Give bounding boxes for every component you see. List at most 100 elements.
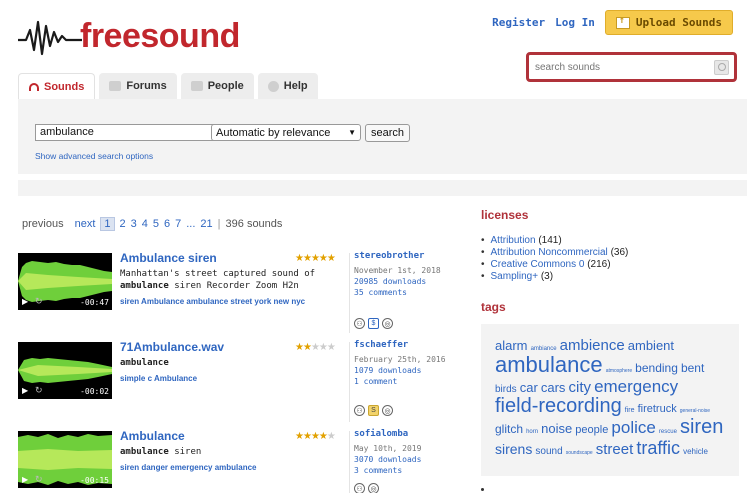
download-count[interactable]: 1079 downloads <box>354 365 464 376</box>
tag-link[interactable]: siren <box>680 416 723 438</box>
page-link[interactable]: 6 <box>164 218 170 230</box>
register-link[interactable]: Register <box>492 16 545 29</box>
tags-heading: tags <box>481 300 506 314</box>
description-highlight: ambulance <box>120 447 169 457</box>
tag-link[interactable]: birds <box>495 384 517 395</box>
advanced-search-link[interactable]: Show advanced search options <box>35 151 153 161</box>
tag-link[interactable]: fire <box>625 407 635 414</box>
star-icon: ★ <box>295 431 304 442</box>
upload-sounds-button[interactable]: Upload Sounds <box>604 10 733 35</box>
sound-author[interactable]: sofialomba <box>354 429 408 439</box>
sound-title[interactable]: Ambulance <box>120 429 185 443</box>
tag-link[interactable]: police <box>611 418 655 437</box>
sound-title[interactable]: Ambulance siren <box>120 251 217 265</box>
tag-link[interactable]: bending <box>635 361 678 375</box>
star-icon: ★ <box>295 253 304 264</box>
license-icons: ⚇ S ◎ <box>354 405 393 416</box>
page-link[interactable]: 3 <box>131 218 137 230</box>
sound-tags[interactable]: siren Ambulance ambulance street york ne… <box>120 297 305 306</box>
sound-tags[interactable]: siren danger emergency ambulance <box>120 463 257 472</box>
sound-title[interactable]: 71Ambulance.wav <box>120 340 224 354</box>
page-link[interactable]: 4 <box>142 218 148 230</box>
help-icon <box>267 80 279 92</box>
tag-link[interactable]: glitch <box>495 422 523 436</box>
next-link[interactable]: next <box>75 218 96 230</box>
sound-meta: February 25th, 2016 1079 downloads 1 com… <box>354 354 464 387</box>
tag-link[interactable]: vehicle <box>683 447 708 456</box>
star-empty-icon: ★ <box>318 342 328 353</box>
tag-link[interactable]: firetruck <box>638 403 677 415</box>
tag-link[interactable]: traffic <box>636 438 680 458</box>
tag-link[interactable]: cars <box>541 380 566 395</box>
headphones-icon <box>29 82 39 91</box>
tab-forums[interactable]: Forums <box>99 73 177 99</box>
play-icon[interactable]: ▶ <box>22 386 28 395</box>
page-link[interactable]: 7 <box>175 218 181 230</box>
loop-icon[interactable]: ↻ <box>35 474 43 485</box>
cc-icon: ◎ <box>382 318 393 329</box>
comment-count[interactable]: 3 comments <box>354 465 464 476</box>
tag-link[interactable]: ambulance <box>495 352 603 377</box>
search-icon[interactable] <box>714 60 729 75</box>
waveform-player[interactable]: ▶ ↻ -00:15 <box>18 431 112 488</box>
loop-icon[interactable]: ↻ <box>35 385 43 396</box>
page-link[interactable]: 2 <box>120 218 126 230</box>
loop-icon[interactable]: ↻ <box>35 296 43 307</box>
tag-link[interactable]: ambient <box>628 338 674 353</box>
tag-link[interactable]: emergency <box>594 377 678 396</box>
tag-link[interactable]: bent <box>681 361 704 375</box>
duration: -00:02 <box>80 387 109 396</box>
comment-count[interactable]: 1 comment <box>354 376 464 387</box>
tag-link[interactable]: soundscape <box>566 450 593 456</box>
query-input[interactable]: ambulance <box>35 124 225 141</box>
freesound-logo[interactable]: freesound <box>18 16 240 56</box>
login-link[interactable]: Log In <box>555 16 595 29</box>
download-count[interactable]: 20985 downloads <box>354 276 464 287</box>
result-count: 396 sounds <box>225 218 283 230</box>
tab-people[interactable]: People <box>180 73 254 99</box>
page-link[interactable]: 21 <box>200 218 212 230</box>
tag-link[interactable]: street <box>596 441 634 458</box>
play-icon[interactable]: ▶ <box>22 297 28 306</box>
tag-link[interactable]: city <box>569 379 592 396</box>
play-icon[interactable]: ▶ <box>22 475 28 484</box>
tag-link[interactable]: general-noise <box>680 408 710 414</box>
tag-link[interactable]: alarm <box>495 338 528 353</box>
license-item: Creative Commons 0 (216) <box>481 259 628 271</box>
sound-author[interactable]: fschaeffer <box>354 340 408 350</box>
waveform-player[interactable]: ▶ ↻ -00:02 <box>18 342 112 399</box>
license-link[interactable]: Attribution Noncommercial <box>491 247 608 258</box>
tag-link[interactable]: horn <box>526 429 538 435</box>
search-panel: ambulance Automatic by relevance ▼ searc… <box>18 99 747 174</box>
tag-link[interactable]: rescue <box>659 429 677 435</box>
description-text: siren Recorder Zoom H2n <box>174 281 299 291</box>
license-link[interactable]: Creative Commons 0 <box>491 259 585 270</box>
tag-link[interactable]: noise <box>541 421 572 436</box>
tab-help-label: Help <box>283 80 308 92</box>
sound-tags[interactable]: simple c Ambulance <box>120 374 197 383</box>
license-link[interactable]: Attribution <box>491 235 536 246</box>
divider <box>349 342 350 422</box>
page-link[interactable]: 5 <box>153 218 159 230</box>
tag-link[interactable]: car <box>520 380 538 395</box>
star-icon: ★ <box>318 431 328 442</box>
license-count: (36) <box>610 247 629 258</box>
tag-link[interactable]: sirens <box>495 441 532 457</box>
people-icon <box>190 81 203 91</box>
sort-select[interactable]: Automatic by relevance ▼ <box>211 124 361 141</box>
tag-link[interactable]: field-recording <box>495 395 622 417</box>
tag-link[interactable]: people <box>575 424 608 436</box>
search-button[interactable]: search <box>365 124 411 142</box>
sound-author[interactable]: stereobrother <box>354 251 424 261</box>
license-link[interactable]: Sampling+ <box>491 271 539 282</box>
tab-sounds[interactable]: Sounds <box>18 73 96 99</box>
site-search-input[interactable] <box>535 55 715 79</box>
comment-count[interactable]: 35 comments <box>354 287 464 298</box>
download-count[interactable]: 3070 downloads <box>354 454 464 465</box>
tag-link[interactable]: sound <box>535 446 562 457</box>
waveform-player[interactable]: ▶ ↻ -00:47 <box>18 253 112 310</box>
tag-link[interactable]: atmosphere <box>606 368 632 374</box>
previous-link[interactable]: previous <box>22 218 64 230</box>
pagination: previous next 1 2 3 4 5 6 7 ... 21 | 396… <box>22 217 282 231</box>
tab-help[interactable]: Help <box>257 73 318 99</box>
